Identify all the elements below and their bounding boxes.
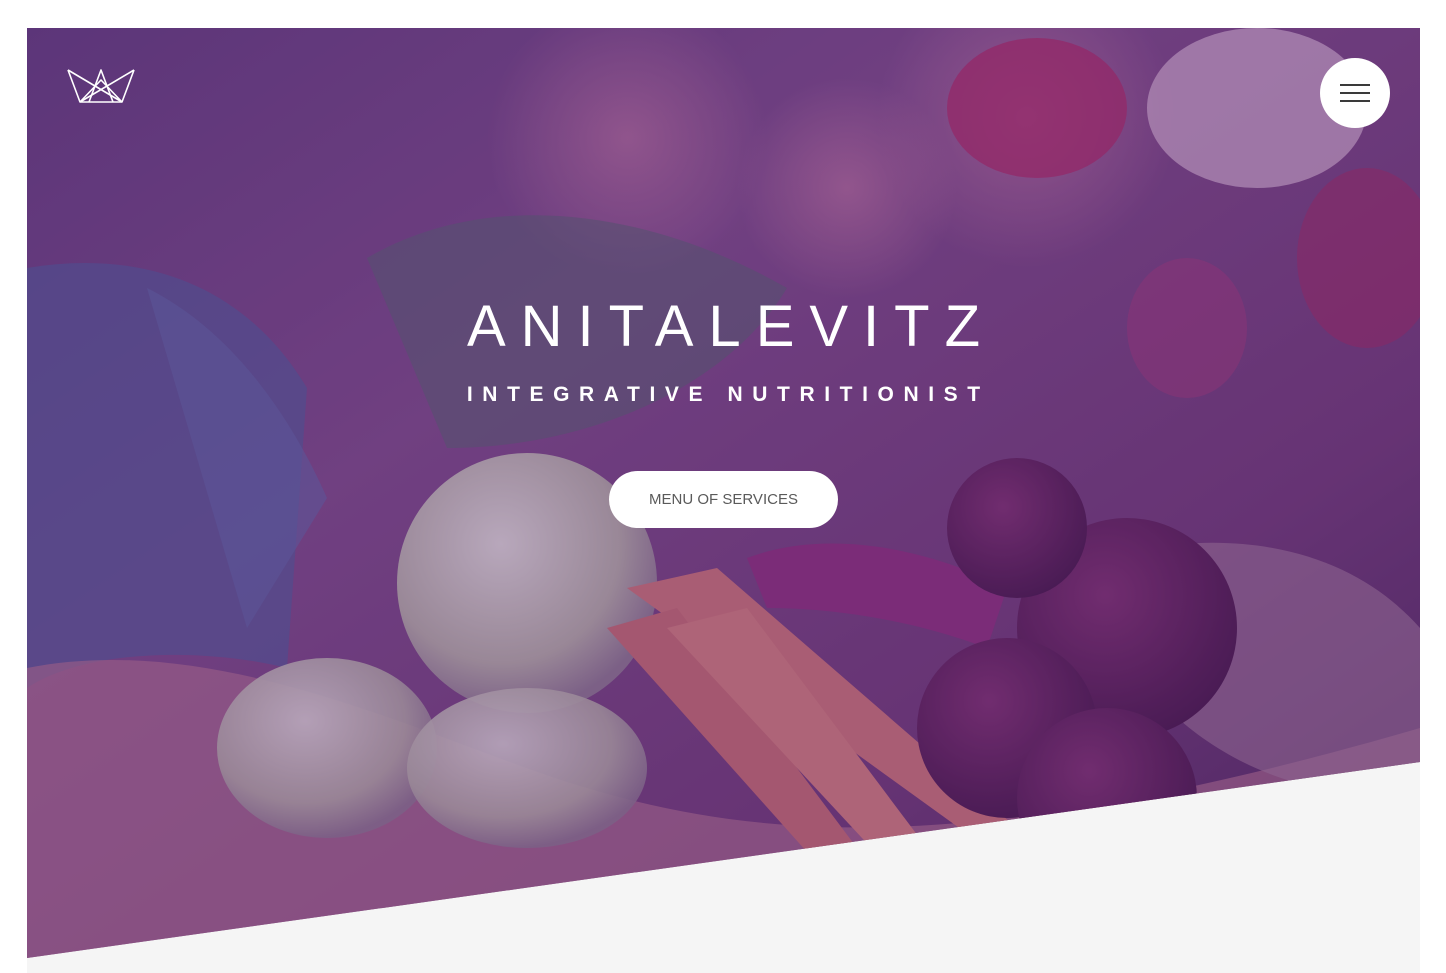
menu-bar-icon bbox=[1340, 100, 1370, 102]
hero-title: ANITALEVITZ bbox=[466, 294, 996, 359]
page-frame: ANITALEVITZ INTEGRATIVE NUTRITIONIST MEN… bbox=[27, 28, 1420, 973]
hamburger-menu-button[interactable] bbox=[1320, 58, 1390, 128]
menu-bar-icon bbox=[1340, 92, 1370, 94]
crown-logo-icon[interactable] bbox=[67, 68, 135, 104]
hero-section: ANITALEVITZ INTEGRATIVE NUTRITIONIST MEN… bbox=[27, 28, 1420, 958]
menu-bar-icon bbox=[1340, 84, 1370, 86]
menu-of-services-button[interactable]: MENU OF SERVICES bbox=[609, 471, 838, 528]
hero-subtitle: INTEGRATIVE NUTRITIONIST bbox=[466, 383, 990, 406]
